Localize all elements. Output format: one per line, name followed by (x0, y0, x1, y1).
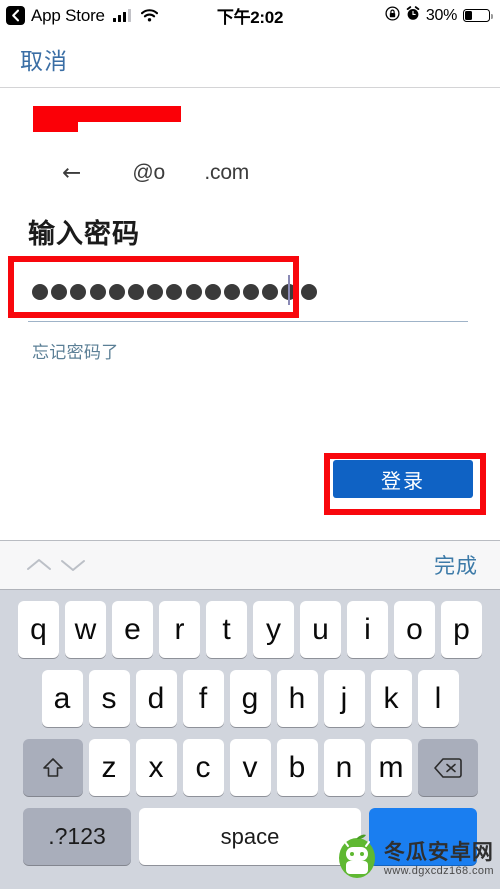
battery-percent-label: 30% (425, 6, 457, 24)
chevron-left-icon[interactable] (6, 6, 25, 25)
key-w[interactable]: w (65, 601, 106, 658)
return-key[interactable] (369, 808, 477, 865)
key-p[interactable]: p (441, 601, 482, 658)
keyboard-row-3: zxcvbnm (0, 739, 500, 796)
key-u[interactable]: u (300, 601, 341, 658)
key-t[interactable]: t (206, 601, 247, 658)
key-x[interactable]: x (135, 739, 177, 796)
rotation-lock-icon (385, 5, 400, 26)
password-field-wrapper[interactable] (0, 263, 500, 323)
password-dot (127, 284, 144, 300)
key-h[interactable]: h (276, 670, 318, 727)
on-screen-keyboard: 完成 qwertyuiop asdfghjkl zxcvbnm .?123 sp… (0, 540, 500, 889)
keyboard-accessory-bar: 完成 (0, 540, 500, 590)
key-v[interactable]: v (229, 739, 271, 796)
key-y[interactable]: y (253, 601, 294, 658)
key-c[interactable]: c (182, 739, 224, 796)
status-bar: App Store 下午2:02 30% (0, 0, 500, 31)
navigation-bar: 取消 (0, 31, 500, 87)
password-dot (89, 284, 106, 300)
key-a[interactable]: a (41, 670, 83, 727)
key-n[interactable]: n (323, 739, 365, 796)
key-i[interactable]: i (347, 601, 388, 658)
key-r[interactable]: r (159, 601, 200, 658)
brand-logo-redaction-secondary (33, 120, 78, 132)
keyboard-rows: qwertyuiop asdfghjkl zxcvbnm .?123 space (0, 591, 500, 871)
password-dot (185, 284, 202, 300)
account-row[interactable]: ← @o .com (62, 160, 249, 186)
key-l[interactable]: l (417, 670, 459, 727)
page-title: 输入密码 (28, 219, 140, 249)
keyboard-done-button[interactable]: 完成 (434, 550, 478, 580)
password-input[interactable] (32, 275, 317, 309)
key-o[interactable]: o (394, 601, 435, 658)
wifi-icon (141, 9, 159, 22)
status-bar-right: 30% (385, 5, 493, 26)
password-field-underline (28, 321, 468, 322)
keyboard-row-2: asdfghjkl (0, 670, 500, 727)
key-s[interactable]: s (88, 670, 130, 727)
alarm-clock-icon (406, 5, 420, 26)
login-content: ← @o .com 输入密码 忘记密码了 登录 (0, 88, 500, 540)
text-cursor (288, 275, 290, 305)
numbers-mode-key[interactable]: .?123 (23, 808, 131, 865)
account-email-label: @o .com (87, 161, 250, 184)
key-k[interactable]: k (370, 670, 412, 727)
password-dot (204, 284, 221, 300)
cancel-button[interactable]: 取消 (20, 42, 68, 76)
back-arrow-icon[interactable]: ← (62, 161, 81, 185)
signin-button[interactable]: 登录 (333, 460, 473, 498)
key-j[interactable]: j (323, 670, 365, 727)
space-key[interactable]: space (139, 808, 361, 865)
shift-arrow-icon[interactable] (22, 739, 83, 796)
chevron-up-icon[interactable] (22, 548, 56, 582)
key-q[interactable]: q (18, 601, 59, 658)
key-d[interactable]: d (135, 670, 177, 727)
password-dot (51, 284, 68, 300)
battery-icon (463, 9, 493, 22)
key-b[interactable]: b (276, 739, 318, 796)
key-g[interactable]: g (229, 670, 271, 727)
forgot-password-link[interactable]: 忘记密码了 (32, 338, 119, 363)
keyboard-row-1: qwertyuiop (0, 601, 500, 658)
status-bar-left: App Store (6, 5, 159, 26)
backspace-delete-icon[interactable] (417, 739, 478, 796)
chevron-down-icon[interactable] (56, 548, 90, 582)
keyboard-row-4: .?123 space (0, 808, 500, 865)
cellular-signal-icon (112, 8, 132, 22)
key-m[interactable]: m (370, 739, 412, 796)
password-dot (32, 284, 48, 300)
password-dot (300, 284, 317, 300)
key-f[interactable]: f (182, 670, 224, 727)
key-z[interactable]: z (88, 739, 130, 796)
password-dot (166, 284, 183, 300)
password-dot (223, 284, 240, 300)
password-dot (262, 284, 279, 300)
password-dot (108, 284, 125, 300)
password-dot (70, 284, 87, 300)
key-e[interactable]: e (112, 601, 153, 658)
password-dot (243, 284, 260, 300)
password-dot (147, 284, 164, 300)
carrier-label: App Store (31, 5, 105, 25)
